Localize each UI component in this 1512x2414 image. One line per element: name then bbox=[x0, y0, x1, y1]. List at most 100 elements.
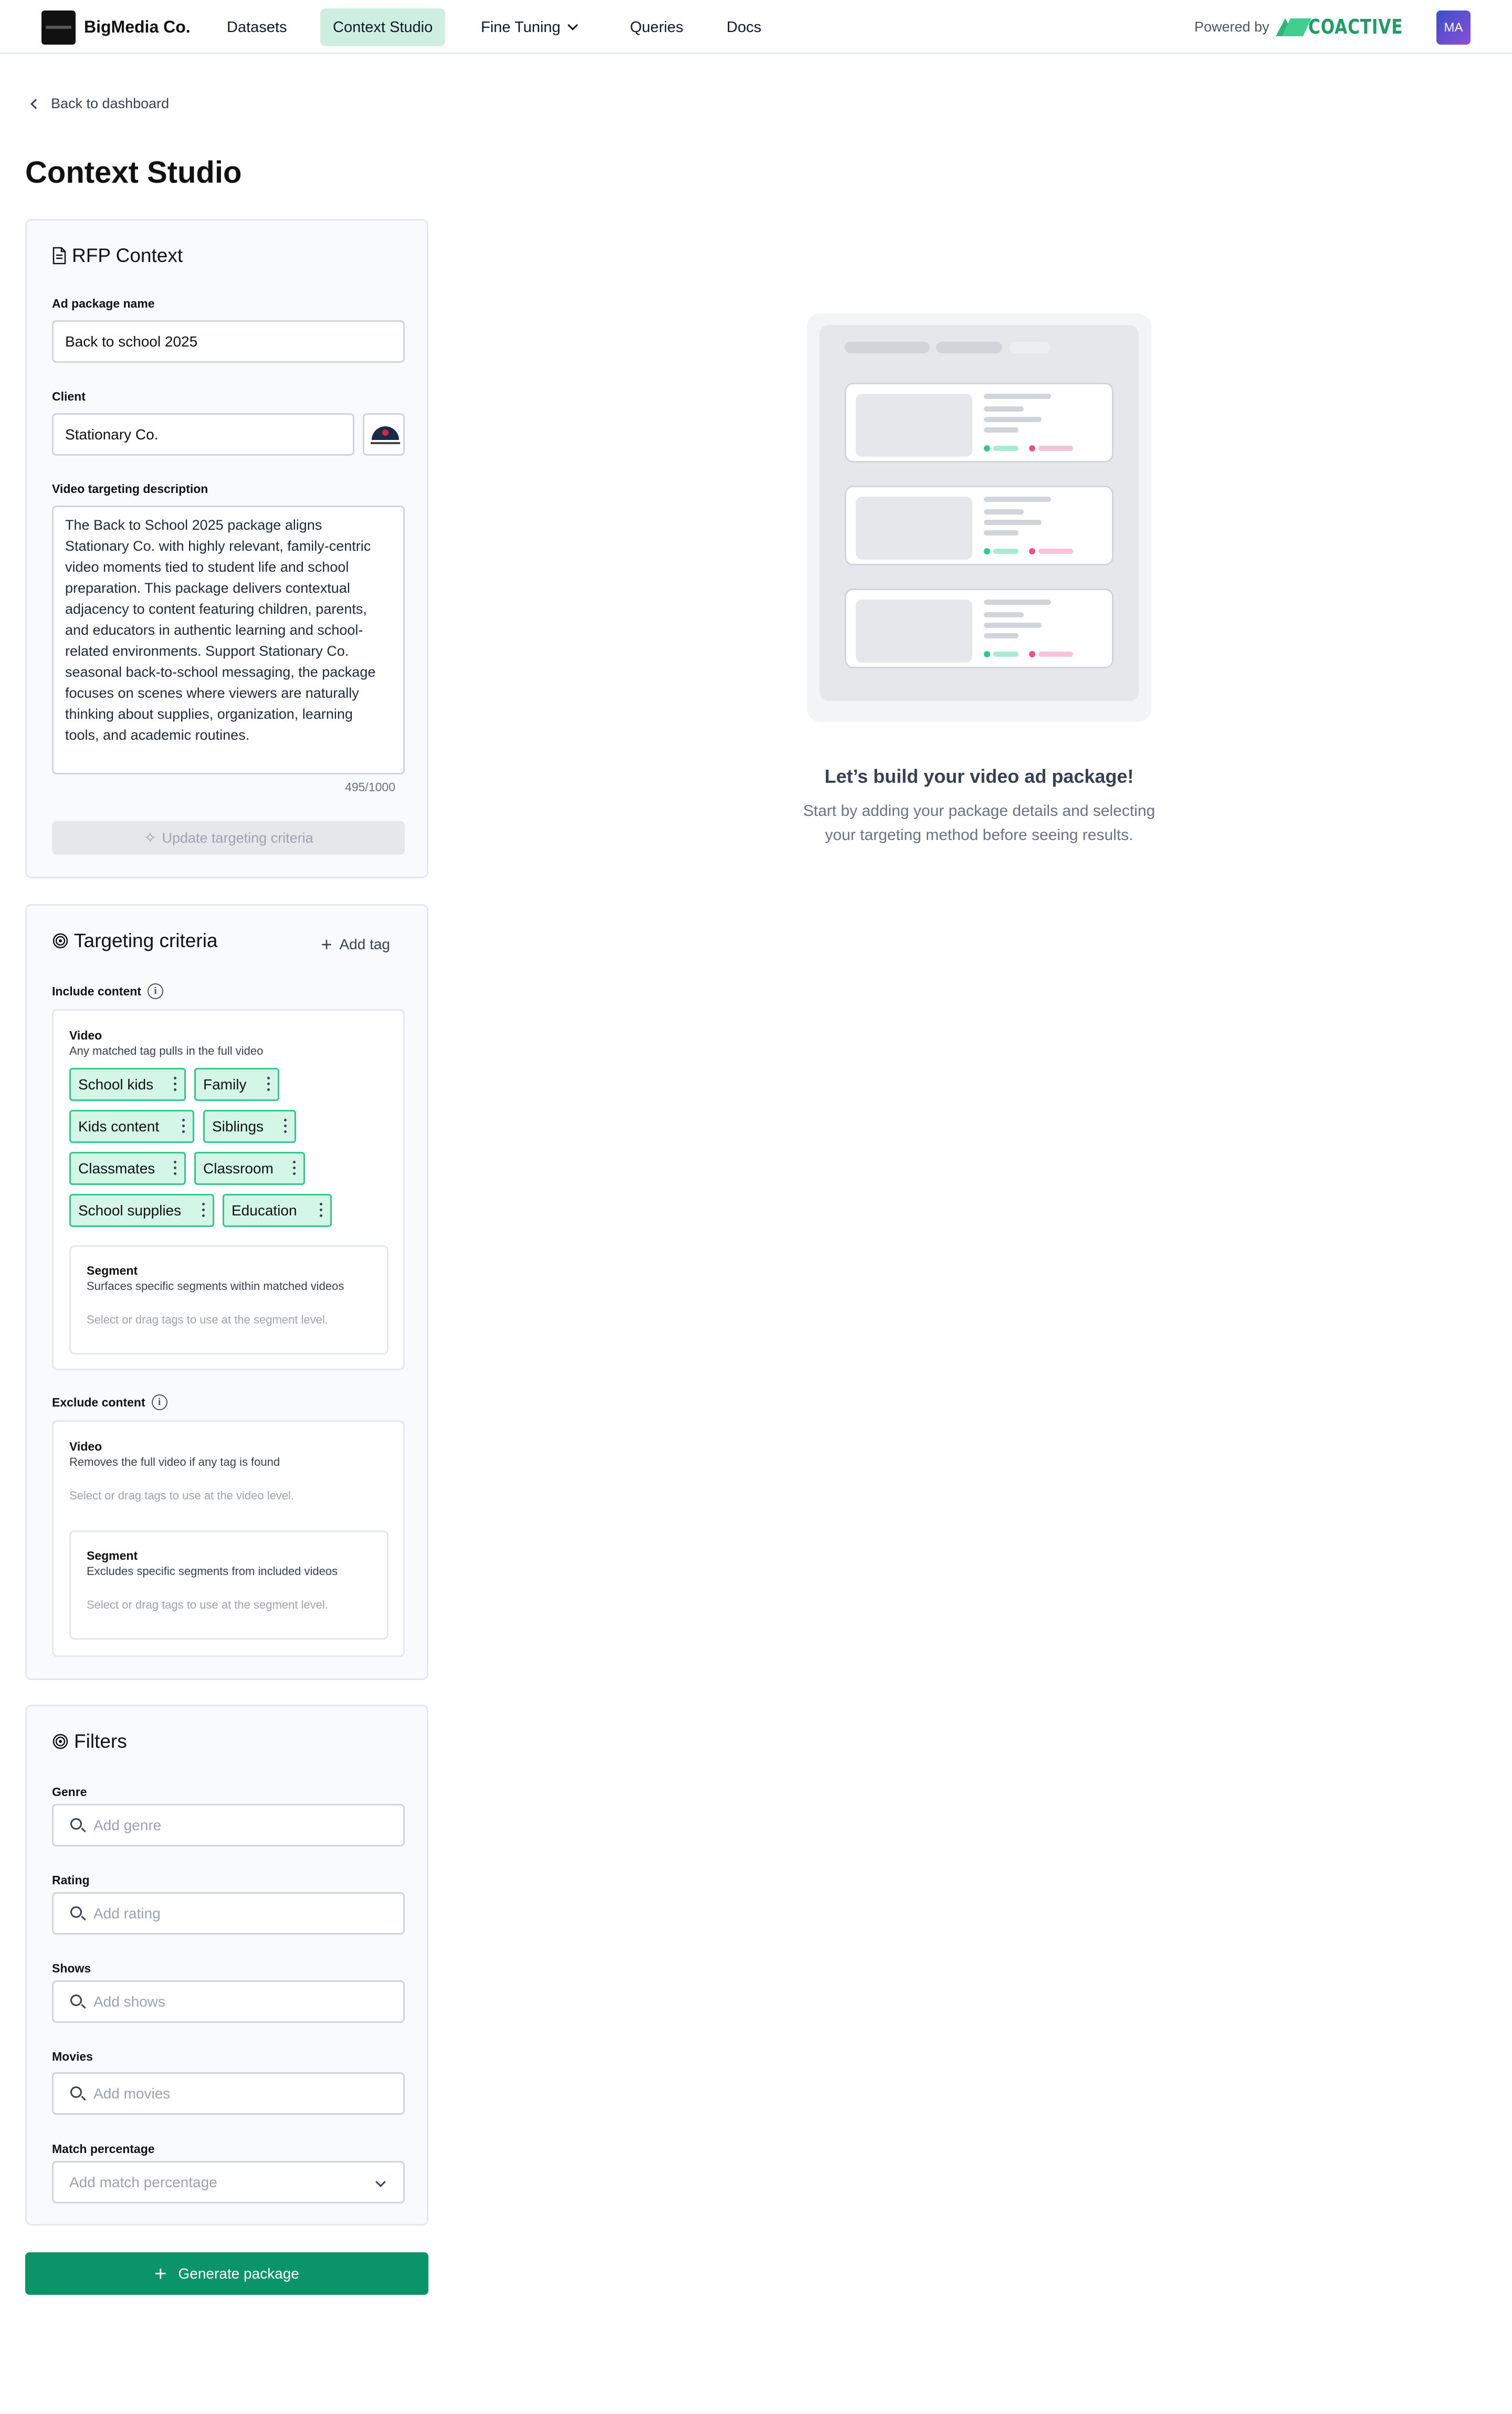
empty-state-subtitle: Start by adding your package details and… bbox=[781, 799, 1178, 847]
add-tag-button[interactable]: + Add tag bbox=[321, 933, 390, 955]
illustration-line bbox=[984, 406, 1024, 412]
illustration-card bbox=[845, 589, 1114, 668]
description-textarea[interactable]: The Back to School 2025 package aligns S… bbox=[52, 506, 405, 774]
exclude-segment-dropzone[interactable]: Segment Excludes specific segments from … bbox=[69, 1530, 388, 1640]
nav-datasets[interactable]: Datasets bbox=[214, 8, 299, 46]
package-name-label: Ad package name bbox=[52, 297, 155, 310]
partner-name: COACTIVE bbox=[1308, 15, 1403, 38]
nav-fine-tuning-label: Fine Tuning bbox=[481, 19, 561, 36]
search-icon bbox=[70, 1906, 82, 1918]
tag-chip[interactable]: Family bbox=[194, 1068, 279, 1101]
tag-chip[interactable]: School kids bbox=[69, 1068, 186, 1101]
tag-chip[interactable]: School supplies bbox=[69, 1194, 214, 1227]
filters-card: Filters Genre Add genre Rating Add ratin… bbox=[25, 1705, 428, 2226]
description-line: tools, and academic routines. bbox=[65, 727, 250, 743]
include-content-box: Video Any matched tag pulls in the full … bbox=[52, 1009, 405, 1370]
back-to-dashboard-link[interactable]: Back to dashboard bbox=[29, 96, 169, 112]
tag-chip[interactable]: Siblings bbox=[203, 1110, 296, 1143]
add-tag-label: Add tag bbox=[339, 936, 390, 952]
illustration-card bbox=[845, 486, 1114, 565]
illustration-line bbox=[984, 530, 1018, 536]
illustration-dot bbox=[984, 651, 990, 657]
kebab-menu-icon[interactable] bbox=[202, 1203, 205, 1218]
plus-icon: + bbox=[321, 933, 332, 955]
illustration-dot bbox=[984, 548, 990, 554]
chevron-down-icon bbox=[375, 2177, 386, 2187]
description-line: Stationary Co. with highly relevant, fam… bbox=[65, 538, 371, 554]
nav-queries[interactable]: Queries bbox=[617, 8, 696, 46]
kebab-menu-icon[interactable] bbox=[174, 1161, 177, 1175]
match-percentage-placeholder: Add match percentage bbox=[69, 2174, 217, 2190]
document-icon bbox=[52, 247, 66, 265]
include-segment-title: Segment bbox=[87, 1264, 138, 1277]
exclude-content-box[interactable]: Video Removes the full video if any tag … bbox=[52, 1420, 405, 1657]
tag-label: School kids bbox=[78, 1076, 154, 1093]
brand-name[interactable]: BigMedia Co. bbox=[84, 17, 191, 37]
kebab-menu-icon[interactable] bbox=[293, 1161, 296, 1175]
client-label: Client bbox=[52, 390, 86, 403]
illustration-bar bbox=[993, 446, 1018, 451]
movies-search-input[interactable]: Add movies bbox=[52, 2072, 405, 2115]
targeting-heading: Targeting criteria bbox=[52, 930, 218, 952]
exclude-segment-hint: Select or drag tags to use at the segmen… bbox=[87, 1598, 328, 1611]
illustration-frame bbox=[820, 325, 1139, 701]
user-avatar[interactable]: MA bbox=[1436, 11, 1471, 45]
tag-chip[interactable]: Kids content bbox=[69, 1110, 194, 1143]
tag-chip[interactable]: Classroom bbox=[194, 1152, 305, 1185]
client-logo[interactable] bbox=[363, 413, 405, 456]
description-line: seasonal back-to-school messaging, the p… bbox=[65, 664, 376, 680]
generate-package-button[interactable]: + Generate package bbox=[25, 2252, 428, 2295]
match-percentage-select[interactable]: Add match percentage bbox=[52, 2161, 405, 2203]
update-targeting-button[interactable]: ✧ Update targeting criteria bbox=[52, 821, 405, 855]
target-icon bbox=[52, 1734, 68, 1749]
empty-state-subtitle-line: your targeting method before seeing resu… bbox=[825, 826, 1133, 844]
rating-search-input[interactable]: Add rating bbox=[52, 1892, 405, 1935]
description-label: Video targeting description bbox=[52, 482, 208, 496]
sparkle-icon: ✧ bbox=[143, 829, 157, 847]
kebab-menu-icon[interactable] bbox=[320, 1203, 323, 1218]
exclude-video-hint: Select or drag tags to use at the video … bbox=[69, 1489, 295, 1502]
client-logo-dot bbox=[382, 429, 388, 436]
match-percentage-label: Match percentage bbox=[52, 2142, 155, 2156]
illustration-line bbox=[984, 509, 1024, 515]
tag-chip[interactable]: Education bbox=[223, 1194, 332, 1227]
kebab-menu-icon[interactable] bbox=[174, 1077, 177, 1091]
character-counter: 495/1000 bbox=[345, 780, 395, 794]
kebab-menu-icon[interactable] bbox=[284, 1119, 287, 1133]
illustration-dot bbox=[1029, 548, 1035, 554]
illustration-pill bbox=[1010, 342, 1051, 353]
rfp-context-card: RFP Context Ad package name Back to scho… bbox=[25, 219, 428, 878]
shows-label: Shows bbox=[52, 1961, 91, 1975]
coactive-mark-icon bbox=[1276, 16, 1308, 37]
illustration-line bbox=[984, 427, 1018, 433]
rfp-context-title: RFP Context bbox=[72, 245, 183, 266]
illustration-thumbnail bbox=[856, 394, 972, 457]
include-segment-hint: Select or drag tags to use at the segmen… bbox=[87, 1313, 328, 1326]
description-line: related environments. Support Stationary… bbox=[65, 643, 349, 659]
illustration-line bbox=[984, 497, 1051, 502]
nav-context-studio[interactable]: Context Studio bbox=[320, 8, 446, 46]
exclude-segment-subtitle: Excludes specific segments from included… bbox=[87, 1565, 338, 1578]
movies-placeholder: Add movies bbox=[93, 2085, 171, 2102]
info-icon[interactable]: i bbox=[147, 983, 163, 999]
include-segment-dropzone[interactable]: Segment Surfaces specific segments withi… bbox=[69, 1245, 388, 1355]
client-input[interactable]: Stationary Co. bbox=[52, 413, 354, 456]
target-icon bbox=[52, 933, 68, 949]
client-row: Stationary Co. bbox=[52, 413, 405, 456]
info-icon[interactable]: i bbox=[151, 1394, 167, 1410]
nav-docs[interactable]: Docs bbox=[714, 8, 774, 46]
tag-label: Kids content bbox=[78, 1118, 160, 1135]
description-line: video moments tied to student life and s… bbox=[65, 559, 349, 575]
exclude-segment-title: Segment bbox=[87, 1549, 138, 1562]
package-name-input[interactable]: Back to school 2025 bbox=[52, 320, 405, 363]
kebab-menu-icon[interactable] bbox=[267, 1077, 270, 1091]
illustration-line bbox=[984, 600, 1051, 605]
nav-fine-tuning[interactable]: Fine Tuning bbox=[468, 8, 589, 46]
tag-chip[interactable]: Classmates bbox=[69, 1152, 186, 1185]
update-targeting-label: Update targeting criteria bbox=[162, 830, 313, 846]
genre-search-input[interactable]: Add genre bbox=[52, 1804, 405, 1846]
description-line: and educators in authentic learning and … bbox=[65, 622, 363, 638]
brand-logo[interactable] bbox=[41, 11, 76, 45]
kebab-menu-icon[interactable] bbox=[182, 1119, 185, 1133]
shows-search-input[interactable]: Add shows bbox=[52, 1980, 405, 2023]
